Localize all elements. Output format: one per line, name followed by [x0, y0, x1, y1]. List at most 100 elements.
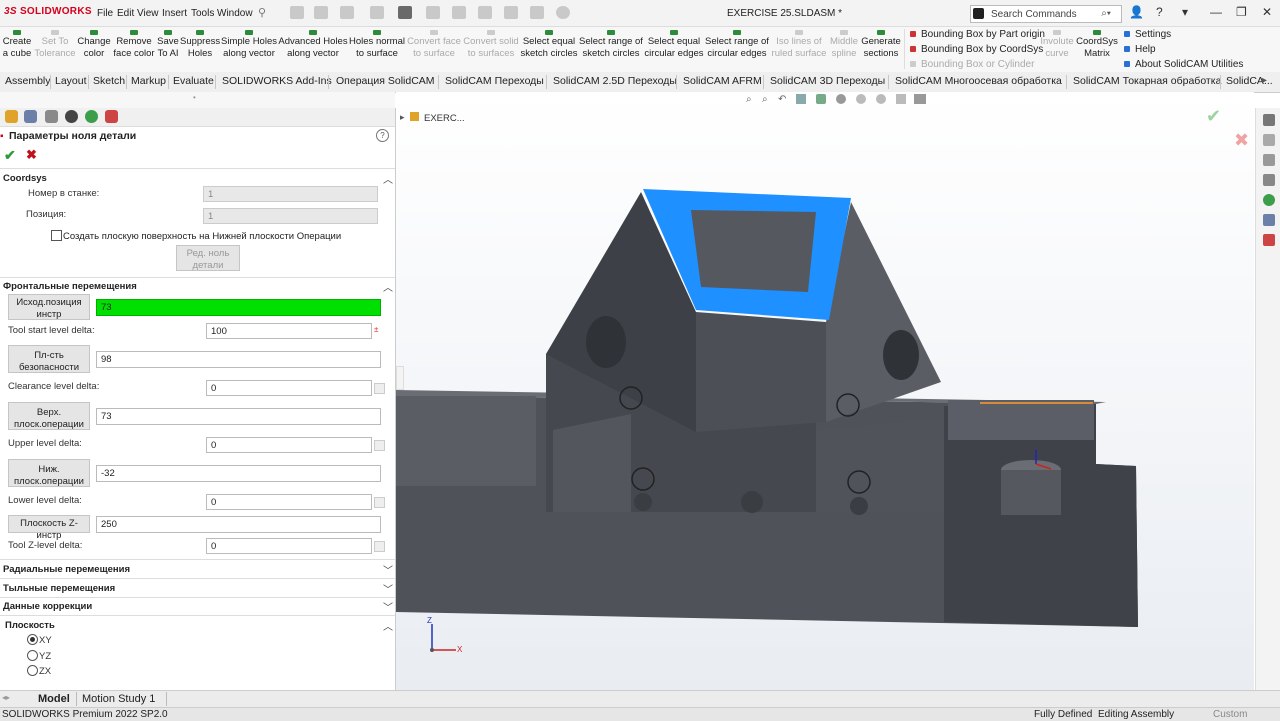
lower-dim-icon[interactable] [374, 497, 385, 508]
home-pane-icon[interactable] [1263, 114, 1275, 126]
simple-holes-button[interactable]: Simple Holes along vector [220, 27, 278, 71]
appearance-icon[interactable] [85, 110, 98, 123]
window-menu-icon[interactable]: ▾ [1182, 5, 1188, 19]
tab-model[interactable]: Model [38, 693, 70, 705]
coordsys-matrix-button[interactable]: CoordSys Matrix [1076, 27, 1118, 71]
convert-face-button[interactable]: Convert face to surface [406, 27, 462, 71]
file-explorer-icon[interactable] [1263, 174, 1275, 186]
previous-view-icon[interactable]: ↶ [778, 94, 786, 105]
tab-scroll-icon[interactable]: ◂▸ [2, 693, 10, 702]
dimension-icon[interactable]: ± [374, 325, 378, 334]
tab-solidcam-25d[interactable]: SolidCAM 2.5D Переходы [553, 75, 677, 87]
apply-scene-icon[interactable] [896, 94, 906, 104]
chevron-up-icon[interactable]: ︿ [383, 171, 393, 186]
tab-solidcam-transitions[interactable]: SolidCAM Переходы [445, 75, 544, 87]
lower-level-field[interactable]: -32 [96, 465, 381, 482]
solidcam-manager-icon[interactable] [105, 110, 118, 123]
user-icon[interactable]: 👤 [1129, 5, 1144, 19]
tab-solidcam-3d[interactable]: SolidCAM 3D Переходы [770, 75, 885, 87]
chevron-down-icon[interactable]: ﹀ [383, 562, 393, 577]
select-equal-circular-edges-button[interactable]: Select equal circular edges [644, 27, 704, 71]
view-orientation-icon[interactable] [816, 94, 826, 104]
tool-start-level-button[interactable]: Исход.позиция инстр [8, 294, 90, 320]
tab-layout[interactable]: Layout [55, 75, 87, 87]
convert-solid-button[interactable]: Convert solid to surfaces [462, 27, 520, 71]
display-style-icon[interactable] [836, 94, 846, 104]
generate-sections-button[interactable]: Generate sections [860, 27, 902, 71]
tabs-scroll-icon[interactable]: ▸ [1262, 75, 1267, 86]
holes-normal-button[interactable]: Holes normal to surface [348, 27, 406, 71]
pin-icon[interactable]: ⚲ [258, 6, 266, 19]
frontal-header[interactable]: Фронтальные перемещения [3, 281, 137, 292]
chevron-up-icon[interactable]: ︿ [383, 279, 393, 294]
upper-dim-icon[interactable] [374, 440, 385, 451]
coordsys-header[interactable]: Coordsys [3, 173, 47, 184]
tool-start-level-field[interactable]: 73 [96, 299, 381, 316]
panel-help-icon[interactable]: ? [376, 129, 389, 142]
clearance-dim-icon[interactable] [374, 383, 385, 394]
upper-level-button[interactable]: Верх. плоск.операции [8, 402, 90, 430]
clearance-level-button[interactable]: Пл-сть безопасности [8, 345, 90, 373]
tab-addins[interactable]: SOLIDWORKS Add-Ins [222, 75, 332, 87]
plane-xy-radio[interactable] [27, 634, 38, 645]
tab-solidcam-multiaxis[interactable]: SolidCAM Многоосевая обработка [895, 75, 1062, 87]
tool-z-dim-icon[interactable] [374, 541, 385, 552]
plane-yz-radio[interactable] [27, 650, 38, 661]
chevron-down-icon[interactable]: ﹀ [383, 581, 393, 596]
select-equal-sketch-circles-button[interactable]: Select equal sketch circles [520, 27, 578, 71]
bbox-part-origin-button[interactable]: Bounding Box by Part origin [910, 29, 1045, 40]
select-range-circular-edges-button[interactable]: Select range of circular edges [704, 27, 770, 71]
lower-delta-field[interactable]: 0 [206, 494, 372, 510]
set-tolerance-button[interactable]: Set To Tolerance [34, 27, 76, 71]
dimxpert-icon[interactable] [65, 110, 78, 123]
correction-data-header[interactable]: Данные коррекции [3, 601, 92, 612]
tab-solidcam-afrm[interactable]: SolidCAM AFRM [683, 75, 762, 87]
tab-solidcam-operation[interactable]: Операция SolidCAM [336, 75, 435, 87]
resources-icon[interactable] [1263, 134, 1275, 146]
select-arrow-icon[interactable] [478, 6, 492, 19]
help-button[interactable]: Help [1124, 44, 1156, 55]
create-cube-button[interactable]: Create a cube [2, 27, 32, 71]
print-icon[interactable] [398, 6, 412, 19]
cancel-x-icon[interactable]: ✖ [26, 147, 37, 163]
flyout-tree-label[interactable]: EXERC... [424, 113, 465, 124]
tool-start-delta-field[interactable]: 100 [206, 323, 372, 339]
back-moves-header[interactable]: Тыльные перемещения [3, 583, 115, 594]
help-question-icon[interactable]: ? [1156, 5, 1163, 19]
plane-header[interactable]: Плоскость [5, 620, 55, 631]
position-field[interactable]: 1 [203, 208, 378, 224]
radial-moves-header[interactable]: Радиальные перемещения [3, 564, 130, 575]
menu-tools[interactable]: Tools [191, 8, 214, 19]
search-icon[interactable]: ⌕▾ [1101, 8, 1111, 19]
iso-lines-button[interactable]: Iso lines of ruled surface [770, 27, 828, 71]
tool-z-delta-field[interactable]: 0 [206, 538, 372, 554]
menu-window[interactable]: Window [217, 8, 253, 19]
model-render[interactable] [396, 92, 1254, 690]
view-settings-icon[interactable] [914, 94, 926, 104]
tab-motion-study[interactable]: Motion Study 1 [82, 693, 155, 705]
settings-button[interactable]: Settings [1124, 29, 1171, 40]
minimize-icon[interactable]: — [1210, 5, 1222, 19]
involute-curve-button[interactable]: Involute curve [1038, 27, 1076, 71]
save-icon[interactable] [370, 6, 384, 19]
design-library-icon[interactable] [1263, 154, 1275, 166]
menu-file[interactable]: File [97, 8, 113, 19]
panel-collapse-handle[interactable] [396, 366, 404, 390]
tab-markup[interactable]: Markup [131, 75, 166, 87]
appearances-icon[interactable] [1263, 194, 1275, 206]
tab-assembly[interactable]: Assembly [5, 75, 51, 87]
suppress-holes-button[interactable]: Suppress Holes [180, 27, 220, 71]
search-input[interactable]: Search Commands [991, 9, 1077, 20]
close-icon[interactable]: ✕ [1262, 5, 1272, 19]
undo-icon[interactable] [426, 6, 440, 19]
property-manager-icon[interactable] [24, 110, 37, 123]
machine-number-field[interactable]: 1 [203, 186, 378, 202]
tab-sketch[interactable]: Sketch [93, 75, 125, 87]
custom-properties-icon[interactable] [1263, 214, 1275, 226]
tab-evaluate[interactable]: Evaluate [173, 75, 214, 87]
configuration-icon[interactable] [45, 110, 58, 123]
about-button[interactable]: About SolidCAM Utilities [1124, 59, 1243, 70]
status-units[interactable]: Custom [1213, 709, 1247, 720]
advanced-holes-button[interactable]: Advanced Holes along vector [278, 27, 348, 71]
graphics-viewport[interactable]: ▸ EXERC... ⌕ ⌕ ↶ ✔ ✖ Z X [396, 92, 1254, 690]
